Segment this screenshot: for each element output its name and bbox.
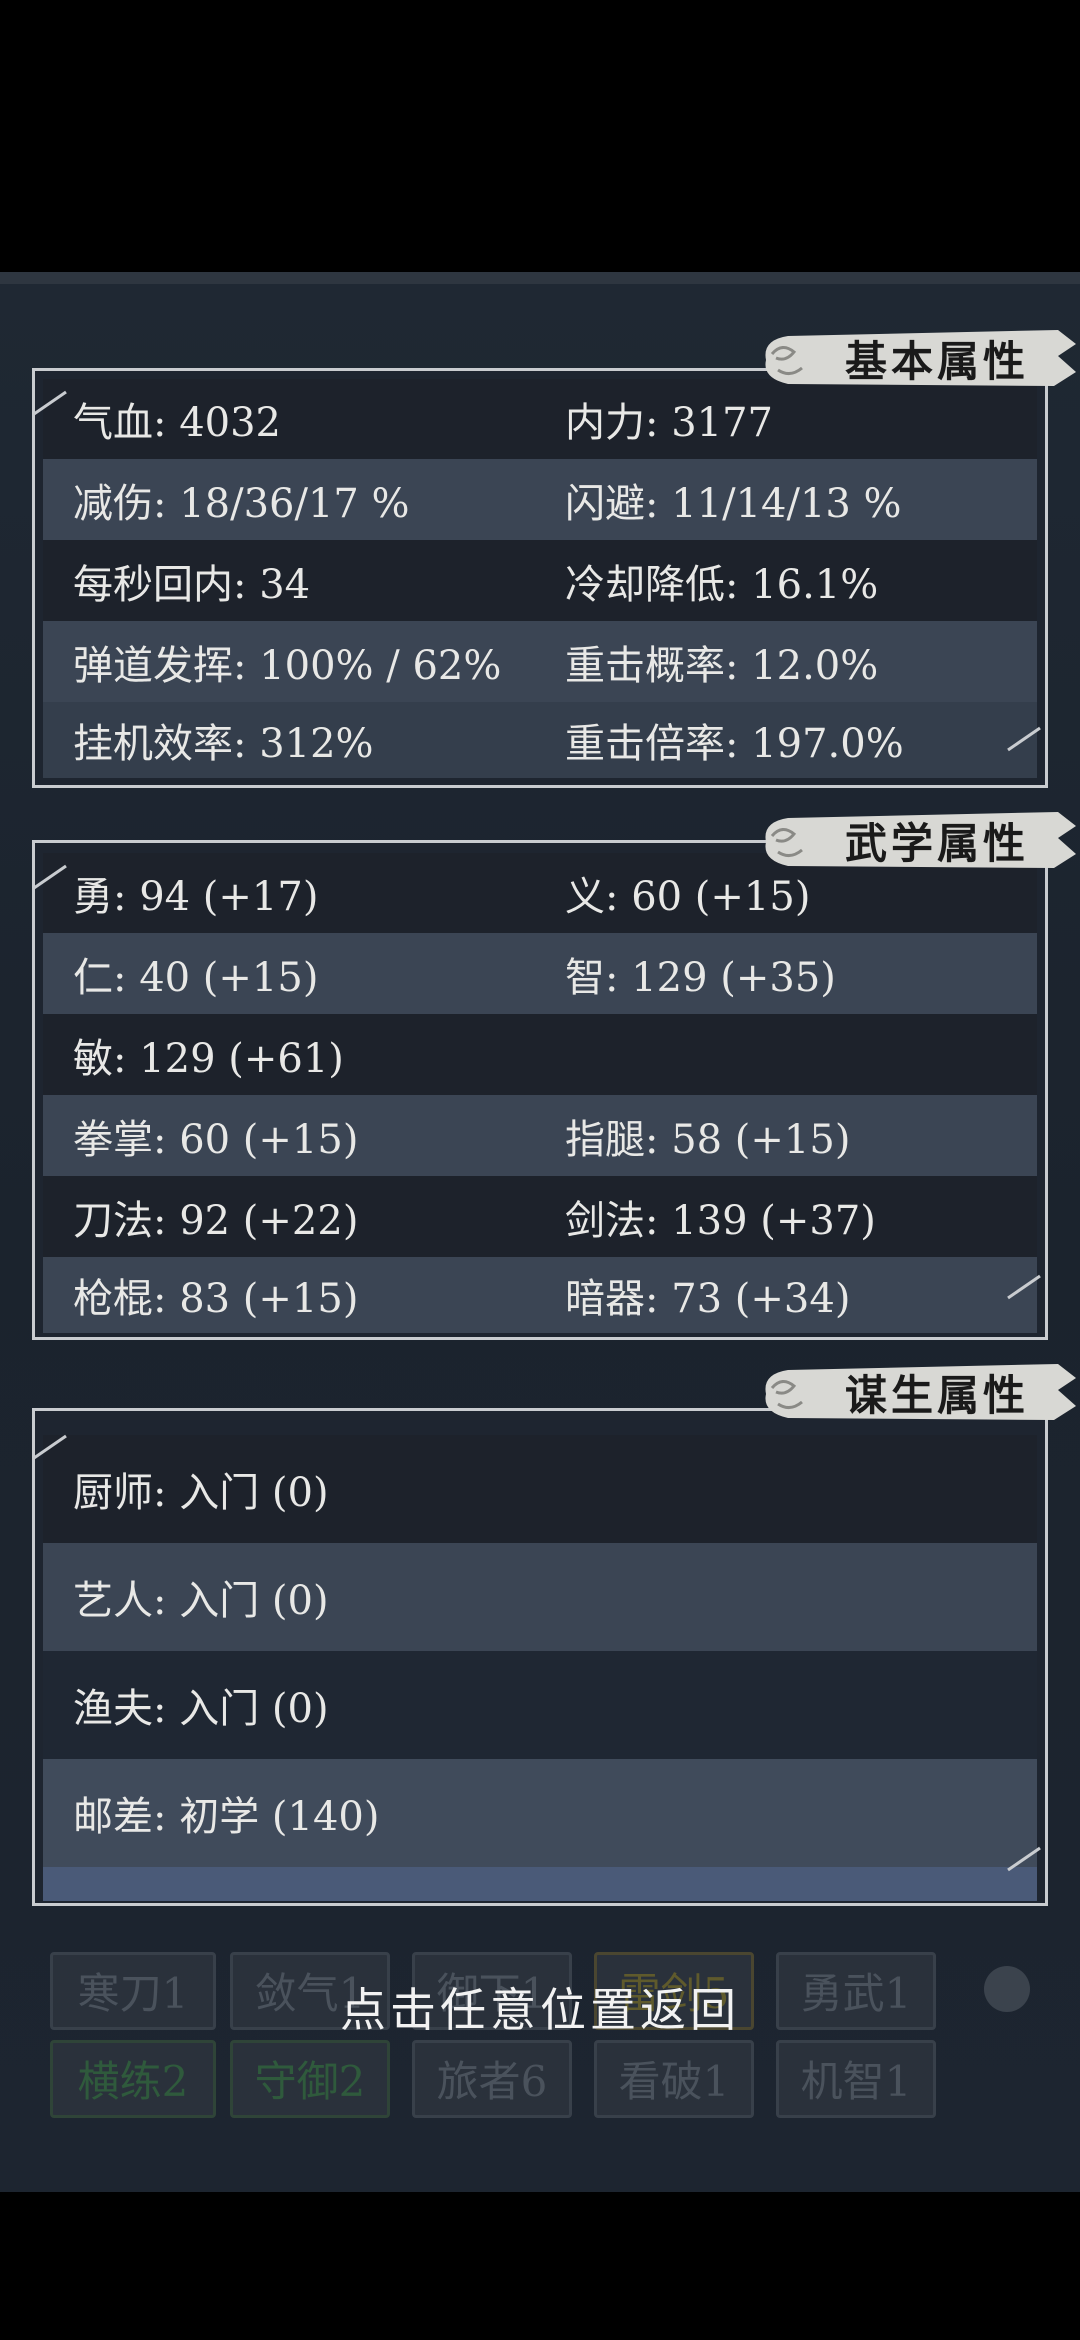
corner-tick-icon [1007,1846,1041,1872]
martial-stat-wisdom: 智: 129 (+35) [565,954,836,1001]
basic-stat-projectile: 弹道发挥: 100% / 62% [73,642,502,689]
bg-skill-8: 旅者6 [412,2040,572,2118]
basic-stat-mp-regen: 每秒回内: 34 [73,561,311,608]
livelihood-row-5 [43,1867,1037,1901]
martial-row-4: 拳掌: 60 (+15) 指腿: 58 (+15) [43,1095,1037,1176]
corner-tick-icon [33,390,67,416]
livelihood-row-4: 邮差: 初学 (140) [43,1759,1037,1867]
basic-row-4: 弹道发挥: 100% / 62% 重击概率: 12.0% [43,621,1037,702]
livelihood-attributes-panel: 厨师: 入门 (0) 艺人: 入门 (0) 渔夫: 入门 (0) 邮差: 初学 … [32,1408,1048,1906]
martial-stat-hidden-weapon: 暗器: 73 (+34) [565,1276,851,1322]
basic-stat-hp: 气血: 4032 [73,400,281,446]
basic-attributes-panel: 气血: 4032 内力: 3177 减伤: 18/36/17 % 闪避: 11/… [32,368,1048,788]
corner-tick-icon [33,864,67,890]
basic-stat-crit-chance: 重击概率: 12.0% [565,642,879,689]
basic-stat-mp: 内力: 3177 [565,400,773,446]
basic-stat-crit-multiplier: 重击倍率: 197.0% [565,721,904,767]
livelihood-title: 谋生属性 [844,1370,1029,1420]
martial-stat-benevolence: 仁: 40 (+15) [73,954,319,1001]
corner-tick-icon [1007,1274,1041,1300]
livelihood-row-3: 渔夫: 入门 (0) [43,1651,1037,1759]
martial-stat-sword: 剑法: 139 (+37) [565,1197,876,1244]
basic-stat-dodge: 闪避: 11/14/13 % [565,480,902,527]
martial-stat-fist: 拳掌: 60 (+15) [73,1116,359,1163]
basic-stat-damage-reduction: 减伤: 18/36/17 % [73,480,410,527]
livelihood-stat-postman: 邮差: 初学 (140) [73,1794,380,1840]
game-screen[interactable]: 寒刀1 敛气1 御下1 雷剑5 勇武1 横练2 守御2 旅者6 看破1 机智1 … [0,272,1080,2192]
martial-stat-blade: 刀法: 92 (+22) [73,1197,359,1244]
corner-tick-icon [1007,726,1041,752]
bg-skill-9: 看破1 [594,2040,754,2118]
martial-attributes-panel: 勇: 94 (+17) 义: 60 (+15) 仁: 40 (+15) 智: 1… [32,840,1048,1340]
corner-tick-icon [33,1434,67,1460]
martial-stat-righteousness: 义: 60 (+15) [565,874,811,920]
martial-row-3: 敏: 129 (+61) [43,1014,1037,1095]
martial-stat-spear: 枪棍: 83 (+15) [73,1276,359,1322]
livelihood-stat-cook: 厨师: 入门 (0) [73,1470,329,1516]
basic-title-banner: 基本属性 [758,326,1076,390]
martial-stat-finger-leg: 指腿: 58 (+15) [565,1116,851,1163]
bg-skill-10: 机智1 [776,2040,936,2118]
basic-row-3: 每秒回内: 34 冷却降低: 16.1% [43,540,1037,621]
martial-stat-agility: 敏: 129 (+61) [73,1035,344,1082]
martial-title: 武学属性 [844,818,1029,868]
bg-skill-7: 守御2 [230,2040,390,2118]
martial-title-banner: 武学属性 [758,808,1076,872]
basic-row-1: 气血: 4032 内力: 3177 [43,379,1037,459]
livelihood-row-2: 艺人: 入门 (0) [43,1543,1037,1651]
livelihood-title-banner: 谋生属性 [758,1360,1076,1424]
martial-row-2: 仁: 40 (+15) 智: 129 (+35) [43,933,1037,1014]
livelihood-row-1: 厨师: 入门 (0) [43,1435,1037,1543]
bg-skill-6: 横练2 [50,2040,216,2118]
martial-stat-courage: 勇: 94 (+17) [73,874,319,920]
basic-stat-cooldown: 冷却降低: 16.1% [565,561,879,608]
basic-row-5: 挂机效率: 312% 重击倍率: 197.0% [43,702,1037,778]
basic-title: 基本属性 [844,336,1029,386]
livelihood-stat-fisherman: 渔夫: 入门 (0) [73,1686,329,1732]
tap-to-return-hint[interactable]: 点击任意位置返回 [0,1974,1080,2040]
martial-row-5: 刀法: 92 (+22) 剑法: 139 (+37) [43,1176,1037,1257]
basic-row-2: 减伤: 18/36/17 % 闪避: 11/14/13 % [43,459,1037,540]
martial-row-6: 枪棍: 83 (+15) 暗器: 73 (+34) [43,1257,1037,1333]
basic-stat-idle-efficiency: 挂机效率: 312% [73,721,374,767]
livelihood-stat-entertainer: 艺人: 入门 (0) [73,1578,329,1624]
